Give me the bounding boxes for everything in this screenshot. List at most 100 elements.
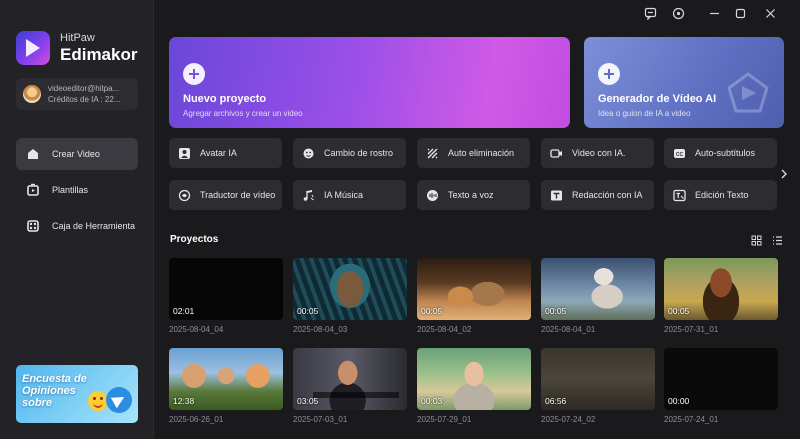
ai-video-icon bbox=[550, 148, 562, 158]
project-name: 2025-07-29_01 bbox=[417, 415, 472, 424]
project-duration: 00:05 bbox=[421, 306, 443, 316]
project-duration: 00:00 bbox=[668, 396, 690, 406]
subtitles-icon: CC bbox=[674, 148, 685, 158]
tool-label: Cambio de rostro bbox=[324, 148, 394, 158]
plus-icon bbox=[598, 63, 620, 85]
project-thumbnail[interactable]: 00:00 bbox=[664, 348, 778, 410]
settings-icon[interactable] bbox=[670, 5, 686, 21]
tool-label: Edición Texto bbox=[695, 190, 749, 200]
project-thumbnail[interactable]: 06:56 bbox=[541, 348, 655, 410]
ai-writing-icon bbox=[551, 190, 562, 200]
maximize-icon[interactable] bbox=[732, 5, 748, 21]
tool-auto-subtitulos[interactable]: CC Auto-subtítulos bbox=[664, 138, 777, 168]
nav-item-plantillas[interactable]: Plantillas bbox=[16, 174, 138, 206]
new-project-subtitle: Agregar archivos y crear un video bbox=[183, 109, 303, 118]
tool-auto-eliminacion[interactable]: Auto eliminación bbox=[417, 138, 530, 168]
smiley-icon bbox=[88, 391, 108, 411]
tool-label: Redacción con IA bbox=[572, 190, 643, 200]
project-duration: 00:05 bbox=[545, 306, 567, 316]
new-project-card[interactable]: Nuevo proyecto Agregar archivos y crear … bbox=[169, 37, 570, 128]
tool-avatar-ia[interactable]: Avatar IA bbox=[169, 138, 282, 168]
nav-item-crear-video[interactable]: Crear Video bbox=[16, 138, 138, 170]
tool-traductor-de-video[interactable]: Traductor de vídeo bbox=[169, 180, 282, 210]
plus-icon bbox=[183, 63, 205, 85]
project-duration: 03:05 bbox=[297, 396, 319, 406]
tool-cambio-de-rostro[interactable]: Cambio de rostro bbox=[293, 138, 406, 168]
template-icon bbox=[27, 183, 39, 196]
tool-label: Texto a voz bbox=[448, 190, 494, 200]
close-icon[interactable] bbox=[762, 5, 778, 21]
music-icon bbox=[303, 189, 314, 201]
list-view-icon bbox=[772, 235, 782, 245]
tool-redaccion-con-ia[interactable]: Redacción con IA bbox=[541, 180, 654, 210]
sidebar: HitPaw Edimakor videoeditor@hitpa... Cré… bbox=[0, 0, 154, 439]
text-to-speech-icon bbox=[427, 189, 438, 201]
auto-remove-icon bbox=[427, 148, 438, 158]
tool-label: Video con IA. bbox=[572, 148, 626, 158]
tool-label: IA Música bbox=[324, 190, 364, 200]
project-duration: 00:03 bbox=[421, 396, 443, 406]
account-email: videoeditor@hitpa... bbox=[48, 84, 120, 93]
nav-item-label: Plantillas bbox=[52, 185, 89, 195]
subtitle-overlay bbox=[313, 392, 399, 398]
tool-label: Auto eliminación bbox=[448, 148, 515, 158]
ai-video-generator-subtitle: Idea o guion de IA a video bbox=[598, 109, 691, 118]
tool-texto-a-voz[interactable]: Texto a voz bbox=[417, 180, 530, 210]
project-thumbnail[interactable]: 00:03 bbox=[417, 348, 531, 410]
project-name: 2025-07-31_01 bbox=[664, 325, 719, 334]
ai-video-generator-card[interactable]: Generador de Vídeo AI Idea o guion de IA… bbox=[584, 37, 784, 128]
project-duration: 00:05 bbox=[297, 306, 319, 316]
project-name: 2025-08-04_03 bbox=[293, 325, 348, 334]
brand-product: Edimakor bbox=[60, 44, 138, 64]
projects-heading: Proyectos bbox=[170, 234, 219, 245]
project-duration: 12:38 bbox=[173, 396, 195, 406]
tool-video-con-ia[interactable]: Video con IA. bbox=[541, 138, 654, 168]
ai-video-generator-title: Generador de Vídeo AI bbox=[598, 93, 717, 105]
project-name: 2025-07-03_01 bbox=[293, 415, 348, 424]
list-view-button[interactable] bbox=[770, 233, 784, 247]
tool-ia-musica[interactable]: IA Música bbox=[293, 180, 406, 210]
account-credits: Créditos de IA : 22... bbox=[48, 95, 121, 104]
project-thumbnail[interactable]: 12:38 bbox=[169, 348, 283, 410]
minimize-icon[interactable] bbox=[706, 5, 722, 21]
tool-label: Avatar IA bbox=[200, 148, 237, 158]
project-duration: 06:56 bbox=[545, 396, 567, 406]
project-thumbnail[interactable]: 00:05 bbox=[664, 258, 778, 320]
tool-label: Auto-subtítulos bbox=[695, 148, 756, 158]
edimakor-logo-icon bbox=[16, 31, 50, 65]
tools-next-button[interactable] bbox=[776, 164, 792, 184]
grid-view-button[interactable] bbox=[749, 233, 763, 247]
project-thumbnail[interactable]: 00:05 bbox=[293, 258, 407, 320]
project-name: 2025-06-26_01 bbox=[169, 415, 224, 424]
project-name: 2025-07-24_02 bbox=[541, 415, 596, 424]
project-duration: 00:05 bbox=[668, 306, 690, 316]
tool-label: Traductor de vídeo bbox=[200, 190, 276, 200]
home-icon bbox=[28, 149, 38, 159]
avatar-icon bbox=[179, 147, 190, 159]
chevron-right-icon bbox=[781, 169, 787, 179]
project-name: 2025-07-24_01 bbox=[664, 415, 719, 424]
project-thumbnail[interactable]: 00:05 bbox=[417, 258, 531, 320]
face-swap-icon bbox=[303, 148, 314, 158]
nav-item-label: Caja de Herramienta bbox=[52, 221, 136, 231]
grid-view-icon bbox=[751, 235, 761, 245]
svg-text:CC: CC bbox=[676, 151, 684, 157]
project-thumbnail[interactable]: 03:05 bbox=[293, 348, 407, 410]
feedback-icon[interactable] bbox=[642, 5, 658, 21]
avatar bbox=[23, 85, 41, 103]
nav-item-caja-de-herramienta[interactable]: Caja de Herramienta bbox=[16, 210, 138, 242]
project-thumbnail[interactable]: 02:01 bbox=[169, 258, 283, 320]
text-edit-icon bbox=[673, 189, 686, 201]
translate-icon bbox=[178, 189, 191, 201]
project-thumbnail[interactable]: 00:05 bbox=[541, 258, 655, 320]
toolbox-icon bbox=[27, 220, 39, 232]
brand-company: HitPaw bbox=[60, 31, 95, 44]
new-project-title: Nuevo proyecto bbox=[183, 93, 267, 105]
paper-plane-icon bbox=[106, 387, 132, 413]
title-bar bbox=[640, 0, 800, 26]
tool-edicion-texto[interactable]: Edición Texto bbox=[664, 180, 777, 210]
pentagon-play-icon bbox=[727, 72, 769, 113]
survey-banner[interactable]: Encuesta de Opiniones sobre bbox=[16, 365, 138, 423]
project-duration: 02:01 bbox=[173, 306, 195, 316]
account-card[interactable]: videoeditor@hitpa... Créditos de IA : 22… bbox=[16, 78, 138, 110]
